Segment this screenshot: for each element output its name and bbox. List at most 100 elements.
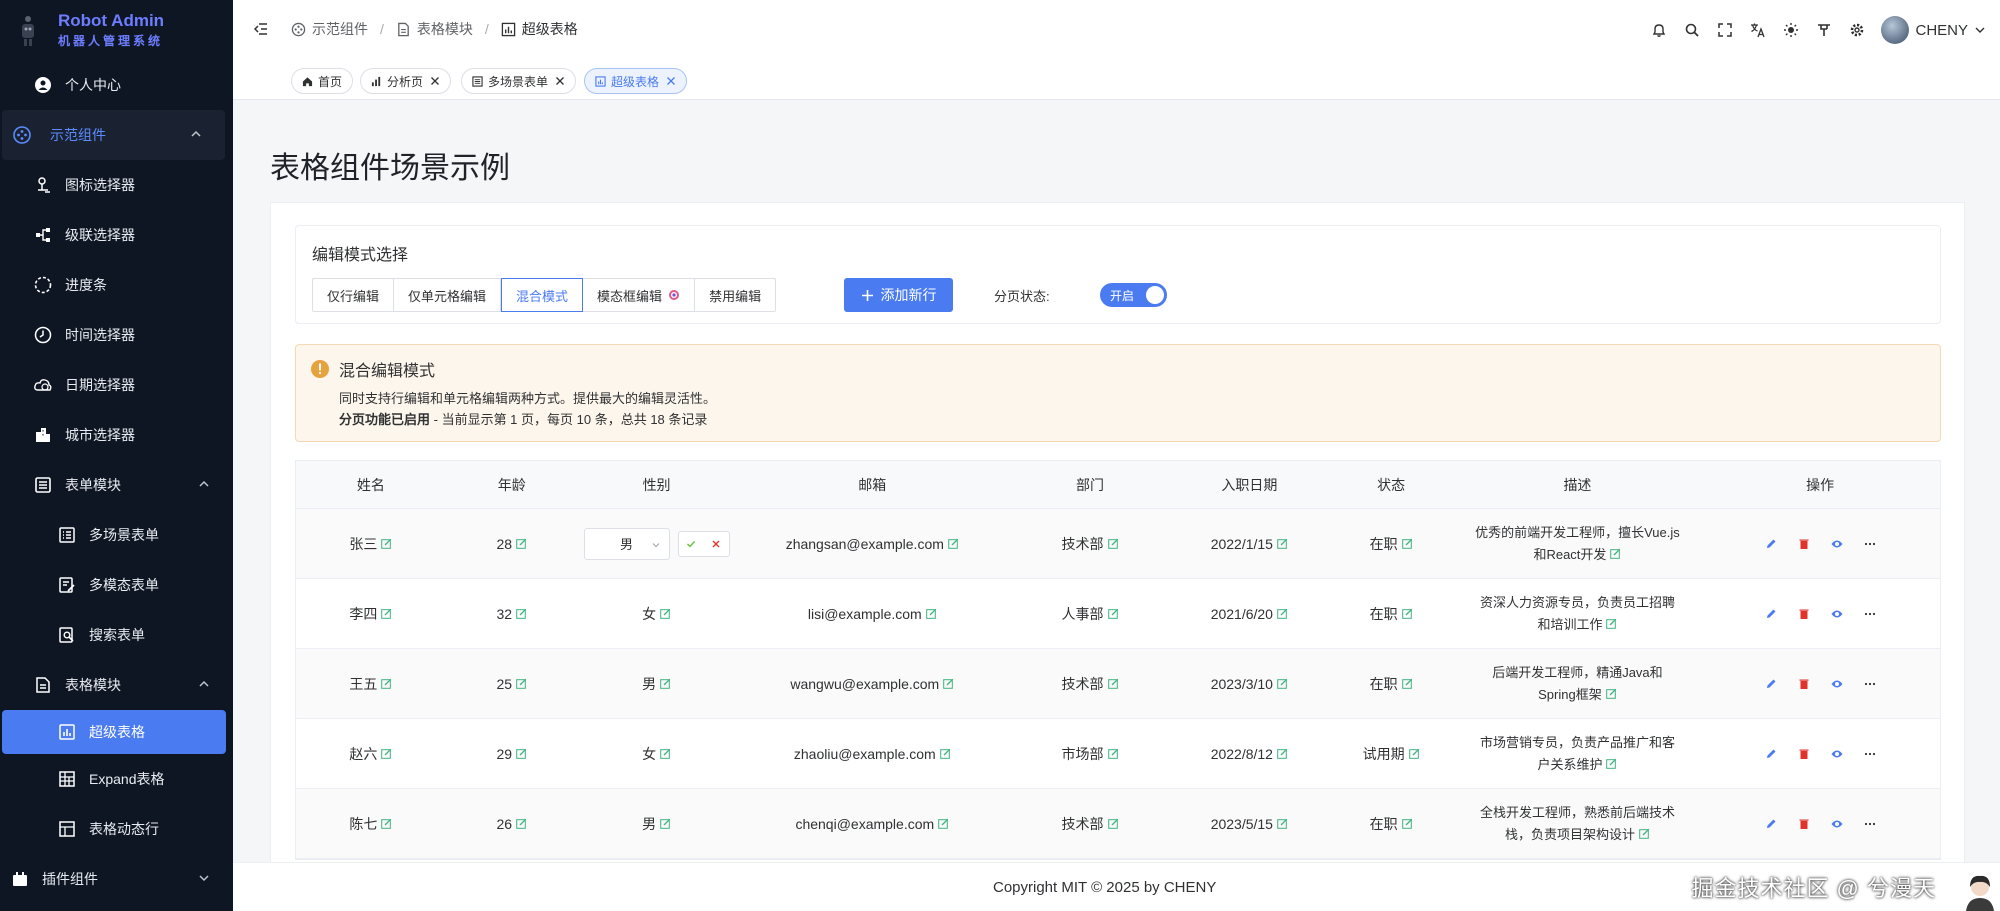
more-icon[interactable]	[1864, 818, 1876, 830]
table-cell[interactable]: 25	[446, 676, 578, 692]
table-cell[interactable]: zhangsan@example.com	[735, 536, 1009, 552]
edit-cell-icon[interactable]	[1605, 688, 1617, 699]
more-icon[interactable]	[1864, 608, 1876, 620]
table-cell[interactable]: 资深人力资源专员，负责员工招聘 和培训工作	[1455, 592, 1701, 636]
fullscreen-icon[interactable]	[1708, 15, 1741, 45]
column-header[interactable]: 性别	[578, 475, 736, 495]
gender-select[interactable]: 男	[583, 527, 670, 560]
mode-row-edit-button[interactable]: 仅行编辑	[312, 278, 395, 312]
edit-cell-icon[interactable]	[516, 538, 527, 549]
sidebar-item-time-picker[interactable]: 时间选择器	[0, 310, 233, 360]
sun-icon[interactable]	[1774, 15, 1807, 45]
pencil-icon[interactable]	[1765, 608, 1777, 620]
edit-cell-icon[interactable]	[948, 538, 959, 549]
close-icon[interactable]	[430, 76, 440, 86]
table-cell[interactable]: 技术部	[1009, 674, 1171, 694]
edit-cell-icon[interactable]	[516, 608, 527, 619]
sidebar-item-icon-picker[interactable]: 图标选择器	[0, 160, 233, 210]
translate-icon[interactable]	[1741, 15, 1774, 45]
add-row-button[interactable]: 添加新行	[844, 278, 953, 312]
edit-cell-icon[interactable]	[1610, 548, 1621, 559]
edit-cell-icon[interactable]	[1408, 748, 1420, 759]
edit-cell-icon[interactable]	[1639, 828, 1650, 839]
sidebar-item-dynamic-rows[interactable]: 表格动态行	[0, 804, 233, 854]
sidebar-item-city-picker[interactable]: 城市选择器	[0, 410, 233, 460]
table-cell[interactable]: 技术部	[1009, 814, 1171, 834]
breadcrumb-item[interactable]: 表格模块	[396, 19, 473, 39]
table-cell[interactable]: 李四	[296, 604, 446, 624]
username[interactable]: CHENY	[1915, 22, 1968, 39]
table-cell[interactable]: 2021/6/20	[1171, 606, 1328, 622]
table-cell[interactable]: lisi@example.com	[735, 606, 1009, 622]
edit-cell-icon[interactable]	[1277, 538, 1288, 549]
column-header[interactable]: 部门	[1009, 475, 1171, 495]
close-icon[interactable]	[555, 76, 565, 86]
tab-home[interactable]: 首页	[291, 68, 354, 94]
edit-cell-icon[interactable]	[1401, 538, 1413, 549]
table-cell[interactable]: 人事部	[1009, 604, 1171, 624]
more-icon[interactable]	[1864, 748, 1876, 760]
column-header[interactable]: 姓名	[296, 475, 446, 495]
table-cell[interactable]: 28	[446, 536, 578, 552]
table-cell[interactable]: 男	[578, 674, 736, 694]
table-cell[interactable]: 后端开发工程师，精通Java和 Spring框架	[1455, 662, 1701, 706]
pagination-switch[interactable]: 开启	[1100, 283, 1167, 307]
edit-cell-icon[interactable]	[660, 608, 671, 619]
sidebar-item-form-module[interactable]: 表单模块	[0, 460, 233, 510]
column-header[interactable]: 操作	[1700, 475, 1940, 495]
eye-icon[interactable]	[1831, 608, 1843, 620]
sidebar-item-plugins[interactable]: 插件组件	[0, 854, 233, 904]
edit-cell-icon[interactable]	[660, 818, 671, 829]
table-cell[interactable]: 26	[446, 816, 578, 832]
table-cell[interactable]: 在职	[1328, 814, 1455, 834]
edit-cell-icon[interactable]	[1277, 748, 1288, 759]
table-cell[interactable]: 张三	[296, 534, 446, 554]
edit-cell-icon[interactable]	[516, 818, 527, 829]
sidebar-item-super-table[interactable]: 超级表格	[2, 710, 226, 754]
mode-mixed-button[interactable]: 混合模式	[501, 278, 584, 312]
edit-cell-icon[interactable]	[1107, 538, 1119, 549]
table-cell[interactable]: wangwu@example.com	[735, 676, 1009, 692]
column-header[interactable]: 邮箱	[735, 475, 1009, 495]
edit-cell-icon[interactable]	[938, 818, 949, 829]
table-cell[interactable]: 赵六	[296, 744, 446, 764]
table-cell[interactable]: 2023/5/15	[1171, 816, 1328, 832]
edit-cell-icon[interactable]	[516, 678, 527, 689]
cancel-x-icon[interactable]	[711, 539, 721, 549]
edit-cell-icon[interactable]	[1606, 758, 1617, 769]
edit-cell-icon[interactable]	[1401, 678, 1413, 689]
table-cell[interactable]: 技术部	[1009, 534, 1171, 554]
sidebar-item-profile[interactable]: 个人中心	[0, 60, 233, 110]
more-icon[interactable]	[1864, 538, 1876, 550]
avatar[interactable]	[1881, 16, 1910, 44]
sidebar-item-search-form[interactable]: 搜索表单	[0, 610, 233, 660]
table-cell[interactable]: 女	[578, 604, 736, 624]
eye-icon[interactable]	[1831, 678, 1843, 690]
trash-icon[interactable]	[1798, 818, 1810, 830]
mode-cell-edit-button[interactable]: 仅单元格编辑	[394, 278, 502, 312]
trash-icon[interactable]	[1798, 678, 1810, 690]
bell-icon[interactable]	[1642, 15, 1675, 45]
trash-icon[interactable]	[1798, 748, 1810, 760]
table-cell[interactable]: 男	[578, 527, 736, 560]
tab-analysis[interactable]: 分析页	[360, 68, 452, 94]
confirm-check-icon[interactable]	[686, 539, 696, 549]
table-cell[interactable]: 在职	[1328, 534, 1455, 554]
column-header[interactable]: 状态	[1328, 475, 1455, 495]
table-cell[interactable]: 市场部	[1009, 744, 1171, 764]
table-cell[interactable]: 29	[446, 746, 578, 762]
table-cell[interactable]: 在职	[1328, 674, 1455, 694]
table-cell[interactable]: 王五	[296, 674, 446, 694]
sidebar-item-table-module[interactable]: 表格模块	[0, 660, 233, 710]
edit-cell-icon[interactable]	[1277, 678, 1288, 689]
sidebar-item-progress[interactable]: 进度条	[0, 260, 233, 310]
edit-cell-icon[interactable]	[1401, 818, 1413, 829]
table-cell[interactable]: 全栈开发工程师，熟悉前后端技术 栈，负责项目架构设计	[1455, 802, 1701, 846]
sidebar-item-date-picker[interactable]: 日期选择器	[0, 360, 233, 410]
eye-icon[interactable]	[1831, 818, 1843, 830]
edit-cell-icon[interactable]	[943, 678, 954, 689]
pencil-icon[interactable]	[1765, 818, 1777, 830]
pencil-icon[interactable]	[1765, 678, 1777, 690]
eye-icon[interactable]	[1831, 748, 1843, 760]
edit-cell-icon[interactable]	[1107, 818, 1119, 829]
